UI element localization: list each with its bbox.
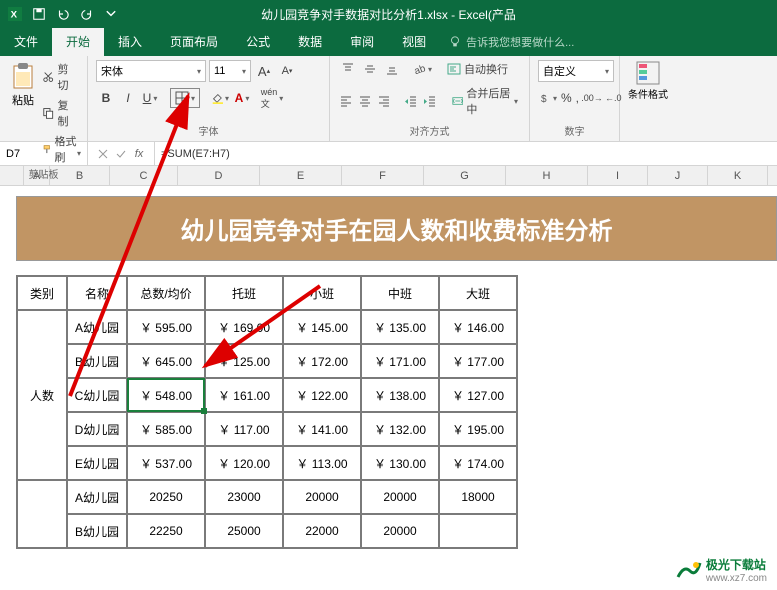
indent-left-icon [404,94,418,108]
watermark: 极光下载站 www.xz7.com [676,556,767,584]
data-cell[interactable]: 23000 [205,480,283,514]
undo-icon[interactable] [52,3,74,25]
data-cell[interactable]: ￥ 146.00 [439,310,517,344]
svg-text:X: X [11,10,18,21]
decrease-indent-button[interactable] [402,92,419,110]
data-cell[interactable]: 22000 [283,514,361,548]
row-group-cell[interactable] [17,480,67,548]
qat-dropdown-icon[interactable] [100,3,122,25]
save-icon[interactable] [28,3,50,25]
name-cell[interactable]: A幼儿园 [67,480,127,514]
number-format-select[interactable]: 自定义▾ [538,60,614,82]
percent-button[interactable]: % [560,88,573,108]
tab-home[interactable]: 开始 [52,28,104,56]
column-header-J[interactable]: J [648,166,708,185]
styles-group: 条件格式 [620,56,676,142]
currency-button[interactable]: $▾ [538,88,558,108]
data-cell[interactable]: ￥ 174.00 [439,446,517,480]
data-cell[interactable]: ￥ 127.00 [439,378,517,412]
data-cell[interactable]: ￥ 195.00 [439,412,517,446]
redo-icon[interactable] [76,3,98,25]
wrap-text-button[interactable]: 自动换行 [444,60,511,78]
increase-decimal-button[interactable]: .00→ [582,88,602,108]
merge-icon [452,94,464,108]
data-cell[interactable]: 22250 [127,514,205,548]
annotation-arrow-2 [150,276,350,406]
name-cell[interactable]: B幼儿园 [67,514,127,548]
tell-me-search[interactable]: 告诉我您想要做什么... [448,34,574,50]
conditional-formatting-button[interactable]: 条件格式 [628,60,668,101]
watermark-title: 极光下载站 [706,556,767,573]
data-cell[interactable]: 20000 [361,514,439,548]
increase-indent-button[interactable] [421,92,438,110]
currency-icon: $ [539,91,551,105]
tab-data[interactable]: 数据 [284,28,336,56]
annotation-arrow-1 [0,56,400,476]
watermark-icon [676,557,702,583]
quick-access-toolbar: X [4,3,122,25]
table-row[interactable]: B幼儿园22250250002200020000 [17,514,517,548]
data-cell[interactable]: 20000 [283,480,361,514]
data-cell[interactable]: 20250 [127,480,205,514]
ribbon-tabs: 文件 开始 插入 页面布局 公式 数据 审阅 视图 告诉我您想要做什么... [0,28,777,56]
indent-right-icon [423,94,437,108]
svg-text:ab: ab [413,63,426,76]
excel-icon[interactable]: X [4,3,26,25]
comma-button[interactable]: , [575,88,580,108]
tab-review[interactable]: 审阅 [336,28,388,56]
table-row[interactable]: A幼儿园2025023000200002000018000 [17,480,517,514]
column-header-H[interactable]: H [506,166,588,185]
tell-me-placeholder: 告诉我您想要做什么... [466,34,574,50]
tab-insert[interactable]: 插入 [104,28,156,56]
column-header-K[interactable]: K [708,166,768,185]
table-header[interactable]: 大班 [439,276,517,310]
number-group: 自定义▾ $▾ % , .00→ ←.0 数字 [530,56,620,142]
orientation-icon: ab [412,62,426,76]
document-title: 幼儿园竞争对手数据对比分析1.xlsx - Excel(产品 [261,6,516,23]
tab-formulas[interactable]: 公式 [232,28,284,56]
spreadsheet-area[interactable]: 幼儿园竞争对手在园人数和收费标准分析 类别名称总数/均价托班小班中班大班 人数A… [0,186,777,549]
svg-text:$: $ [541,94,547,105]
wrap-icon [447,62,461,76]
watermark-url: www.xz7.com [706,573,767,584]
column-header-I[interactable]: I [588,166,648,185]
data-cell[interactable]: 25000 [205,514,283,548]
data-cell[interactable]: 18000 [439,480,517,514]
column-header-G[interactable]: G [424,166,506,185]
data-cell[interactable] [439,514,517,548]
orientation-button[interactable]: ab▾ [412,60,432,78]
data-cell[interactable]: ￥ 177.00 [439,344,517,378]
tab-view[interactable]: 视图 [388,28,440,56]
data-cell[interactable]: 20000 [361,480,439,514]
lightbulb-icon [448,35,462,49]
cond-format-icon [635,60,661,86]
title-bar: X 幼儿园竞争对手数据对比分析1.xlsx - Excel(产品 [0,0,777,28]
tab-page-layout[interactable]: 页面布局 [156,28,232,56]
merge-center-button[interactable]: 合并后居中▾ [449,84,521,118]
tab-file[interactable]: 文件 [0,28,52,56]
number-group-label: 数字 [538,123,611,140]
